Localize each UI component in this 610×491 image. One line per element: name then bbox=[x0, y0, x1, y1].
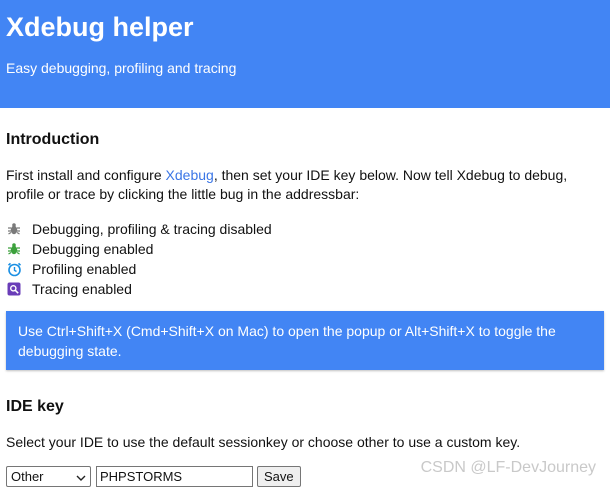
ide-key-controls: Other PHPSTORMS Save bbox=[6, 466, 301, 487]
save-button[interactable]: Save bbox=[257, 466, 301, 487]
introduction-text: First install and configure Xdebug, then… bbox=[6, 166, 601, 204]
legend-label: Profiling enabled bbox=[32, 261, 137, 277]
ide-select[interactable]: Other bbox=[6, 466, 91, 487]
app-title: Xdebug helper bbox=[6, 12, 194, 42]
status-legend: Debugging, profiling & tracing disabled … bbox=[6, 219, 272, 299]
bug-disabled-icon bbox=[6, 221, 22, 237]
page-header: Xdebug helper Easy debugging, profiling … bbox=[0, 0, 610, 108]
legend-label: Tracing enabled bbox=[32, 281, 132, 297]
xdebug-link[interactable]: Xdebug bbox=[166, 167, 214, 183]
ide-key-value: PHPSTORMS bbox=[100, 469, 183, 484]
trace-magnifier-icon bbox=[6, 281, 22, 297]
ide-key-description: Select your IDE to use the default sessi… bbox=[6, 434, 521, 450]
clock-icon bbox=[6, 261, 22, 277]
intro-text-start: First install and configure bbox=[6, 167, 166, 183]
bug-enabled-icon bbox=[6, 241, 22, 257]
legend-item-disabled: Debugging, profiling & tracing disabled bbox=[6, 219, 272, 239]
legend-item-profiling: Profiling enabled bbox=[6, 259, 272, 279]
ide-key-input[interactable]: PHPSTORMS bbox=[96, 466, 253, 487]
legend-item-debugging: Debugging enabled bbox=[6, 239, 272, 259]
chevron-down-icon bbox=[76, 469, 86, 484]
legend-item-tracing: Tracing enabled bbox=[6, 279, 272, 299]
watermark: CSDN @LF-DevJourney bbox=[420, 459, 596, 476]
legend-label: Debugging, profiling & tracing disabled bbox=[32, 221, 272, 237]
app-subtitle: Easy debugging, profiling and tracing bbox=[6, 60, 237, 76]
introduction-heading: Introduction bbox=[6, 131, 100, 148]
ide-key-heading: IDE key bbox=[6, 398, 64, 415]
ide-select-value: Other bbox=[11, 469, 44, 484]
legend-label: Debugging enabled bbox=[32, 241, 154, 257]
shortcut-tip-box: Use Ctrl+Shift+X (Cmd+Shift+X on Mac) to… bbox=[6, 311, 604, 370]
